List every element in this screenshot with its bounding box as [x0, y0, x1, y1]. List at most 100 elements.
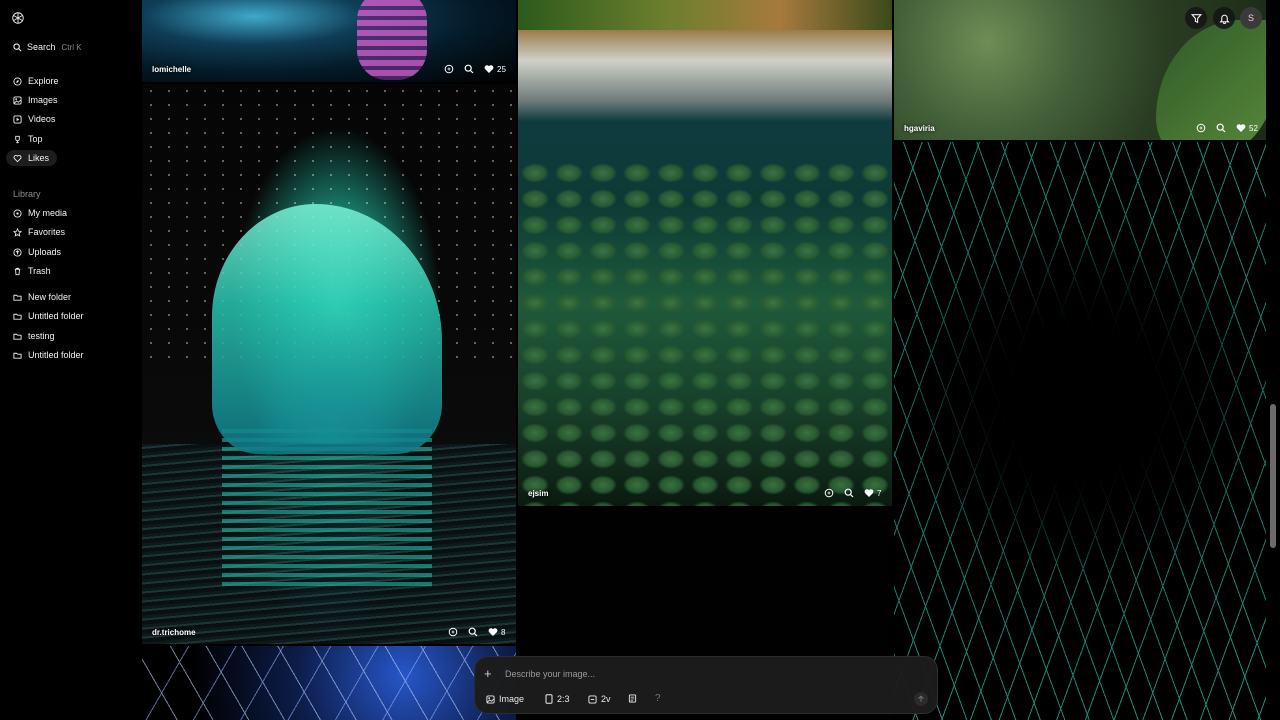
openai-logo-icon[interactable]	[11, 11, 25, 25]
remix-icon[interactable]	[448, 627, 458, 637]
notifications-button[interactable]	[1213, 7, 1235, 29]
nav-label: Images	[28, 95, 58, 105]
heart-icon	[484, 65, 494, 73]
like-count: 7	[877, 488, 882, 498]
feed-tile-hgaviria[interactable]: hgaviria 52	[894, 0, 1266, 140]
feed-tile-network[interactable]	[142, 646, 516, 720]
like-count: 8	[501, 627, 506, 637]
folder-label: Untitled folder	[28, 350, 84, 360]
arrow-up-icon	[918, 695, 924, 702]
library-trash[interactable]: Trash	[6, 263, 59, 279]
filter-button[interactable]	[1185, 7, 1207, 29]
star-icon	[13, 227, 22, 237]
tile-artwork	[142, 646, 516, 720]
remix-icon[interactable]	[444, 64, 454, 74]
add-attachment-button[interactable]: +	[484, 666, 492, 681]
feed-tile-lomichelle[interactable]: lomichelle 25	[142, 0, 516, 82]
remix-icon[interactable]	[824, 488, 834, 498]
nav-top[interactable]: Top	[6, 131, 51, 147]
search-label: Search	[27, 42, 56, 52]
tile-actions: 25	[444, 64, 506, 74]
compass-icon	[13, 76, 22, 86]
folder-icon	[13, 333, 22, 340]
mode-selector[interactable]: Image	[486, 694, 524, 704]
like-button[interactable]: 8	[488, 627, 505, 637]
search-shortcut: Ctrl K	[61, 42, 82, 52]
tile-actions: 7	[824, 488, 881, 498]
sidebar: Search Ctrl K Explore Images Videos Top …	[0, 0, 142, 720]
tile-username[interactable]: dr.trichome	[152, 628, 196, 637]
folder-icon	[13, 294, 22, 301]
nav-likes[interactable]: Likes	[6, 150, 58, 166]
folder-testing[interactable]: testing	[6, 328, 63, 344]
scrollbar-thumb[interactable]	[1270, 404, 1276, 548]
send-button[interactable]	[914, 692, 928, 706]
like-button[interactable]: 25	[484, 64, 506, 74]
avatar[interactable]: S	[1240, 7, 1262, 29]
tile-artwork	[894, 142, 1266, 720]
image-icon	[13, 95, 22, 105]
remix-icon[interactable]	[1196, 123, 1206, 133]
nav-label: Trash	[28, 266, 51, 276]
library-favorites[interactable]: Favorites	[6, 224, 73, 240]
filter-icon	[1190, 13, 1202, 23]
like-count: 25	[497, 64, 506, 74]
search-icon[interactable]	[464, 64, 474, 74]
nav-images[interactable]: Images	[6, 92, 66, 108]
library-heading: Library	[13, 189, 41, 199]
folder-icon	[13, 313, 22, 320]
nav-label: Likes	[28, 153, 50, 163]
folder-label: Untitled folder	[28, 311, 84, 321]
search-icon[interactable]	[844, 488, 854, 498]
variations-selector[interactable]: 2v	[588, 694, 611, 704]
presets-button[interactable]	[628, 694, 637, 703]
trophy-icon	[15, 135, 20, 143]
feed-tile-ejsim[interactable]: ejsim 7	[518, 0, 892, 506]
tile-username[interactable]: hgaviria	[904, 124, 935, 133]
nav-videos[interactable]: Videos	[6, 111, 63, 127]
search-icon[interactable]	[468, 627, 478, 637]
search-icon[interactable]	[1216, 123, 1226, 133]
tile-username[interactable]: lomichelle	[152, 65, 191, 74]
prompt-input[interactable]: Describe your image...	[505, 669, 595, 679]
presets-icon	[628, 694, 637, 703]
folder-icon	[13, 352, 22, 359]
tile-artwork	[357, 0, 427, 80]
tile-artwork-rocks	[518, 160, 892, 506]
feed-tile-circuit[interactable]	[894, 142, 1266, 720]
folder-label: testing	[28, 331, 55, 341]
prompt-composer: + Describe your image... Image 2:3 2v ?	[474, 656, 938, 714]
help-button[interactable]: ?	[655, 693, 661, 704]
variations-label: 2v	[601, 694, 611, 704]
library-my-media[interactable]: My media	[6, 205, 75, 221]
aspect-ratio-selector[interactable]: 2:3	[545, 694, 570, 704]
bell-icon	[1218, 14, 1230, 24]
nav-explore[interactable]: Explore	[6, 73, 67, 89]
nav-label: Explore	[28, 76, 59, 86]
heart-icon	[13, 154, 22, 162]
folder-new-folder[interactable]: New folder	[6, 289, 79, 305]
folder-label: New folder	[28, 292, 72, 302]
nav-label: Videos	[28, 114, 56, 124]
nav-label: Favorites	[28, 227, 66, 237]
library-uploads[interactable]: Uploads	[6, 244, 69, 260]
like-button[interactable]: 7	[864, 488, 881, 498]
tile-artwork-shore	[518, 0, 892, 30]
mode-label: Image	[499, 694, 525, 704]
nav-label: Top	[28, 134, 43, 144]
heart-icon	[488, 628, 498, 636]
media-icon	[13, 208, 22, 218]
search-button[interactable]: Search Ctrl K	[6, 38, 88, 56]
nav-label: Uploads	[28, 247, 62, 257]
search-icon	[13, 42, 22, 51]
like-button[interactable]: 52	[1236, 123, 1258, 133]
tile-artwork-leaf	[1156, 20, 1266, 140]
folder-untitled-1[interactable]: Untitled folder	[6, 308, 92, 324]
feed-tile-dctrichome[interactable]: dr.trichome 8	[142, 84, 516, 644]
image-icon	[486, 694, 495, 704]
tile-username[interactable]: ejsim	[528, 489, 548, 498]
variations-icon	[588, 694, 597, 704]
folder-untitled-2[interactable]: Untitled folder	[6, 347, 92, 363]
nav-label: My media	[28, 208, 68, 218]
tile-actions: 52	[1196, 123, 1258, 133]
